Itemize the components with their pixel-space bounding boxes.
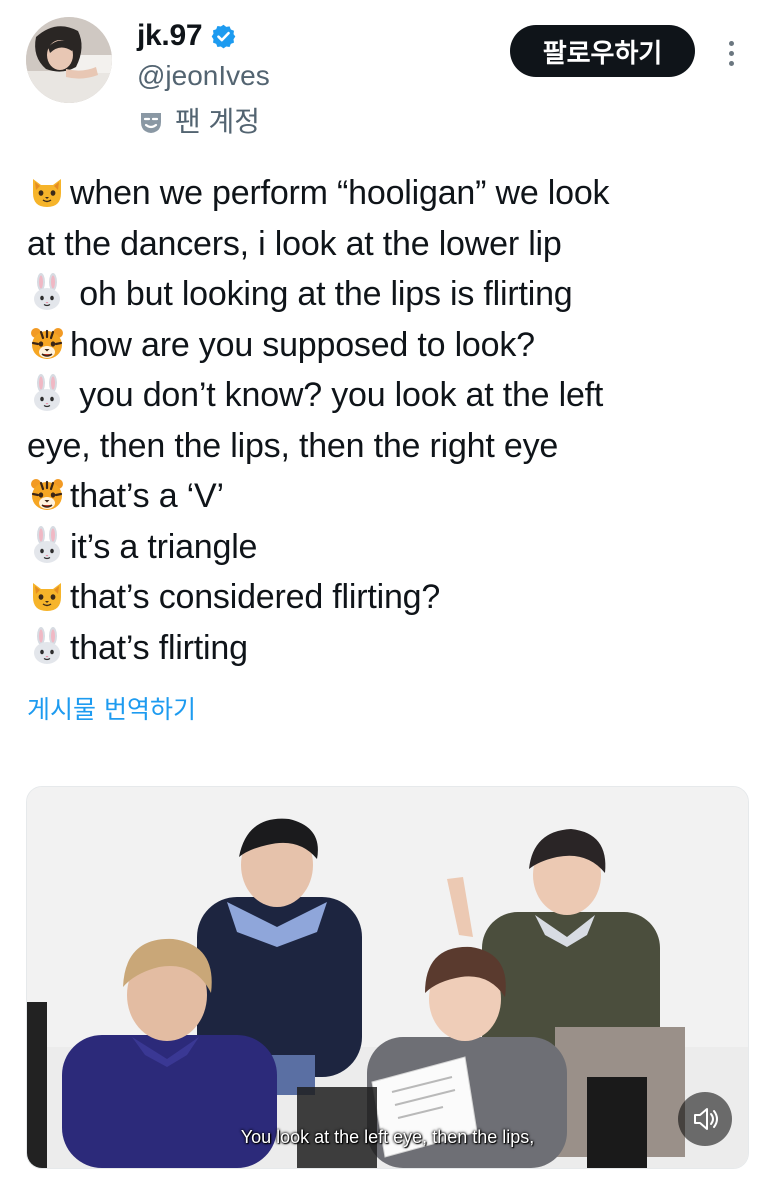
tweet-line-text: that’s considered flirting?	[70, 578, 441, 616]
avatar[interactable]	[26, 17, 112, 103]
tweet-line: at the dancers, i look at the lower lip	[27, 219, 752, 270]
tiger-emoji-icon	[27, 323, 67, 363]
tweet-line: it’s a triangle	[27, 522, 752, 573]
tweet-line: oh but looking at the lips is flirting	[27, 269, 752, 320]
author-handle[interactable]: @jeonIves	[137, 58, 270, 94]
tweet-line-text: it’s a triangle	[70, 527, 258, 566]
fan-account-badge: 팬 계정	[137, 104, 260, 140]
tweet-line-text: eye, then the lips, then the right eye	[27, 426, 559, 465]
rabbit-emoji-icon	[27, 272, 67, 312]
video-caption: You look at the left eye, then the lips,	[240, 1127, 535, 1147]
tweet-line-text: you don’t know? you look at the left	[70, 376, 604, 414]
theater-mask-icon	[137, 108, 165, 136]
rabbit-emoji-icon	[27, 525, 67, 565]
translate-post-link[interactable]: 게시물 번역하기	[27, 693, 196, 727]
tweet-line: you don’t know? you look at the left	[27, 370, 752, 421]
fan-account-label: 팬 계정	[175, 106, 261, 137]
tweet-line-text: that’s a ‘V’	[70, 477, 224, 515]
tweet-line: when we perform “hooligan” we look	[27, 168, 752, 219]
video-player[interactable]: You look at the left eye, then the lips,	[26, 786, 749, 1169]
rabbit-emoji-icon	[27, 626, 67, 666]
tweet-line-text: how are you supposed to look?	[70, 325, 535, 364]
tweet-line: that’s flirting	[27, 623, 752, 674]
tweet-line: eye, then the lips, then the right eye	[27, 421, 752, 472]
tiger-emoji-icon	[27, 474, 67, 514]
tweet-line: how are you supposed to look?	[27, 320, 752, 371]
video-frame	[27, 787, 748, 1168]
tweet-line-text: at the dancers, i look at the lower lip	[27, 224, 562, 263]
display-name[interactable]: jk.97	[137, 18, 237, 54]
follow-button[interactable]: 팔로우하기	[510, 25, 695, 77]
tweet-line-text: oh but looking at the lips is flirting	[70, 275, 573, 313]
speaker-icon[interactable]	[678, 1092, 732, 1146]
display-name-text: jk.97	[137, 19, 203, 52]
tweet-line: that’s a ‘V’	[27, 471, 752, 522]
tweet-text: when we perform “hooligan” we look at the…	[27, 168, 752, 673]
tweet-line-text: that’s flirting	[70, 628, 248, 667]
verified-badge-icon	[210, 23, 237, 50]
cat-emoji-icon	[27, 171, 67, 211]
rabbit-emoji-icon	[27, 373, 67, 413]
cat-emoji-icon	[27, 575, 67, 615]
tweet-line-text: when we perform “hooligan” we look	[70, 174, 610, 212]
tweet-line: that’s considered flirting?	[27, 572, 752, 623]
more-options-icon[interactable]	[716, 33, 746, 73]
